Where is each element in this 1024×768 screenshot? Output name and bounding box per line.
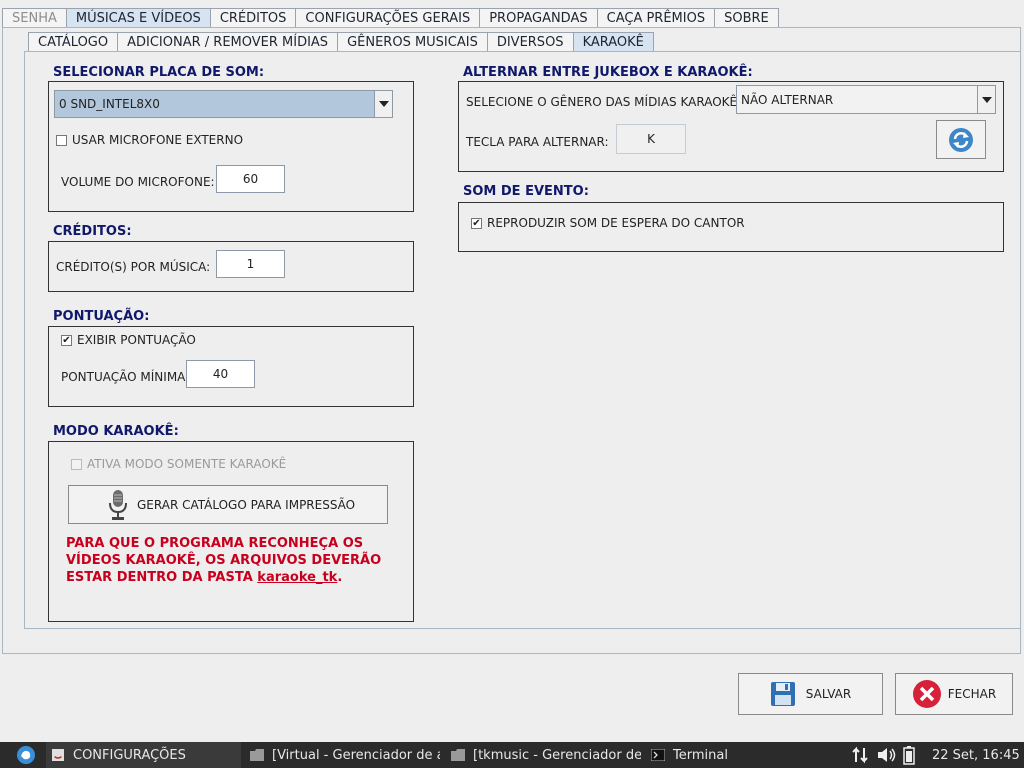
refresh-button[interactable]	[936, 120, 986, 159]
sound-card-box: 0 SND_INTEL8X0 USAR MICROFONE EXTERNO VO…	[48, 81, 414, 212]
microphone-icon	[109, 490, 127, 520]
generate-catalog-label: GERAR CATÁLOGO PARA IMPRESSÃO	[137, 497, 356, 512]
tab-sobre[interactable]: SOBRE	[714, 8, 779, 28]
event-sound-box: ✔ REPRODUZIR SOM DE ESPERA DO CANTOR	[458, 202, 1004, 252]
tab-senha[interactable]: SENHA	[2, 8, 67, 28]
refresh-icon	[949, 127, 973, 152]
credits-per-song-label: CRÉDITO(S) POR MÚSICA:	[56, 260, 211, 274]
floppy-disk-icon	[770, 682, 795, 706]
sound-card-title: SELECIONAR PLACA DE SOM:	[53, 65, 265, 80]
toggle-key-label: TECLA PARA ALTERNAR:	[466, 135, 609, 149]
taskbar-item-label: [Virtual - Gerenciador de ar...	[272, 747, 440, 763]
event-sound-title: SOM DE EVENTO:	[463, 184, 589, 199]
subtab-generos-musicais[interactable]: GÊNEROS MUSICAIS	[337, 32, 488, 52]
score-box: ✔ EXIBIR PONTUAÇÃO PONTUAÇÃO MÍNIMA: 40	[48, 326, 414, 407]
subtab-diversos[interactable]: DIVERSOS	[486, 32, 574, 52]
min-score-label: PONTUAÇÃO MÍNIMA:	[61, 370, 190, 384]
subtab-adicionar-remover-midias[interactable]: ADICIONAR / REMOVER MÍDIAS	[117, 32, 339, 52]
karaoke-genre-label: SELECIONE O GÊNERO DAS MÍDIAS KARAOKÊ:	[466, 95, 742, 109]
external-mic-checkbox[interactable]	[56, 135, 67, 146]
karaoke-mode-box: ATIVA MODO SOMENTE KARAOKÊ GERAR CATÁLOG…	[48, 441, 414, 622]
toggle-key-input[interactable]: K	[616, 124, 686, 154]
switch-title: ALTERNAR ENTRE JUKEBOX E KARAOKÊ:	[463, 65, 753, 80]
credits-title: CRÉDITOS:	[53, 224, 132, 239]
karaoke-folder-warning: PARA QUE O PROGRAMA RECONHEÇA OS VÍDEOS …	[66, 535, 401, 586]
tab-propagandas[interactable]: PROPAGANDAS	[479, 8, 598, 28]
close-button[interactable]: FECHAR	[895, 673, 1013, 715]
network-icon[interactable]	[851, 742, 869, 768]
warning-end: .	[337, 570, 343, 585]
karaoke-mode-title: MODO KARAOKÊ:	[53, 424, 179, 439]
karaoke-genre-selected-value: NÃO ALTERNAR	[741, 92, 834, 107]
generate-catalog-button[interactable]: GERAR CATÁLOGO PARA IMPRESSÃO	[68, 485, 388, 524]
folder-icon	[250, 749, 264, 761]
taskbar: CONFIGURAÇÕES [Virtual - Gerenciador de …	[0, 742, 1024, 768]
show-score-label: EXIBIR PONTUAÇÃO	[77, 333, 196, 347]
subtab-karaoke[interactable]: KARAOKÊ	[572, 32, 654, 52]
only-karaoke-checkbox[interactable]	[71, 459, 82, 470]
min-score-input[interactable]: 40	[186, 360, 255, 388]
save-button[interactable]: SALVAR	[738, 673, 883, 715]
save-label: SALVAR	[805, 687, 852, 701]
chevron-down-icon[interactable]	[977, 86, 995, 113]
taskbar-item-terminal[interactable]: Terminal	[646, 742, 836, 768]
mic-volume-input[interactable]: 60	[216, 165, 285, 193]
volume-icon[interactable]	[877, 742, 897, 768]
mic-volume-label: VOLUME DO MICROFONE:	[61, 175, 215, 189]
tab-configuracoes-gerais[interactable]: CONFIGURAÇÕES GERAIS	[295, 8, 481, 28]
tab-caca-premios[interactable]: CAÇA PRÊMIOS	[596, 8, 716, 28]
taskbar-item-tkmusic[interactable]: [tkmusic - Gerenciador de ...	[446, 742, 641, 768]
folder-icon	[451, 749, 465, 761]
taskbar-item-label: CONFIGURAÇÕES	[73, 747, 186, 763]
external-mic-label: USAR MICROFONE EXTERNO	[72, 133, 244, 147]
chevron-down-icon[interactable]	[374, 91, 392, 117]
clock[interactable]: 22 Set, 16:45	[932, 742, 1020, 768]
terminal-icon	[651, 749, 665, 761]
taskbar-item-label: [tkmusic - Gerenciador de ...	[473, 747, 641, 763]
subtab-catalogo[interactable]: CATÁLOGO	[28, 32, 119, 52]
tab-creditos[interactable]: CRÉDITOS	[209, 8, 297, 28]
battery-icon[interactable]	[903, 742, 915, 768]
sub-tab-bar: CATÁLOGO ADICIONAR / REMOVER MÍDIAS GÊNE…	[28, 32, 654, 52]
show-score-checkbox[interactable]: ✔	[61, 335, 72, 346]
taskbar-item-label: Terminal	[673, 747, 728, 763]
warning-folder-name: karaoke_tk	[257, 570, 338, 585]
tab-musicas-e-videos[interactable]: MÚSICAS E VÍDEOS	[65, 8, 211, 28]
switch-box: SELECIONE O GÊNERO DAS MÍDIAS KARAOKÊ: N…	[458, 81, 1004, 172]
main-tab-bar: SENHA MÚSICAS E VÍDEOS CRÉDITOS CONFIGUR…	[2, 8, 779, 28]
start-menu-button[interactable]	[16, 742, 36, 768]
taskbar-item-configuracoes[interactable]: CONFIGURAÇÕES	[46, 742, 241, 768]
wait-sound-label: REPRODUZIR SOM DE ESPERA DO CANTOR	[487, 216, 745, 230]
sound-card-selected-value: 0 SND_INTEL8X0	[55, 91, 374, 117]
wait-sound-checkbox[interactable]: ✔	[471, 218, 482, 229]
credits-per-song-input[interactable]: 1	[216, 250, 285, 278]
taskbar-item-virtual[interactable]: [Virtual - Gerenciador de ar...	[245, 742, 440, 768]
credits-box: CRÉDITO(S) POR MÚSICA: 1	[48, 241, 414, 292]
score-title: PONTUAÇÃO:	[53, 309, 150, 324]
karaoke-genre-select[interactable]: NÃO ALTERNAR	[736, 85, 996, 114]
desktop-logo-icon	[17, 746, 35, 764]
sound-card-select[interactable]: 0 SND_INTEL8X0	[54, 90, 393, 118]
only-karaoke-label: ATIVA MODO SOMENTE KARAOKÊ	[87, 457, 287, 471]
close-label: FECHAR	[947, 687, 997, 701]
close-icon	[912, 680, 941, 708]
java-icon	[52, 749, 64, 761]
